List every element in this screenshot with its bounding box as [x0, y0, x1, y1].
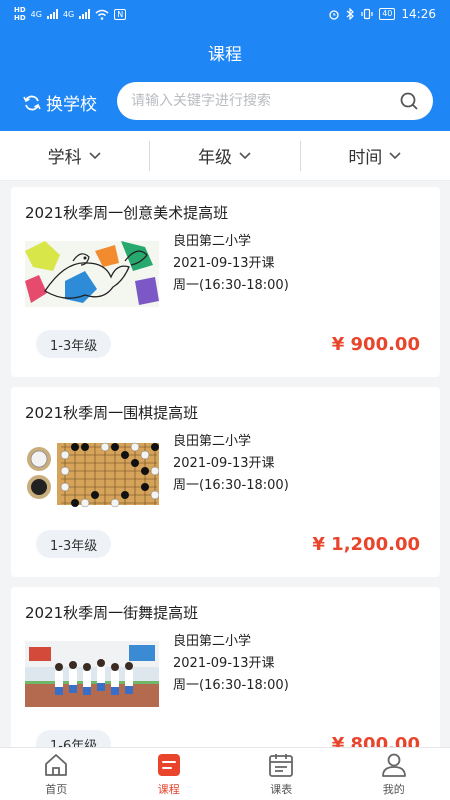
tab-label: 首页: [45, 783, 68, 796]
filter-bar: 学科 年级 时间: [0, 131, 450, 181]
course-schedule: 周一(16:30-18:00): [173, 678, 289, 693]
course-image-art: [25, 241, 159, 307]
course-list: 2021秋季周一创意美术提高班 良田第二小学 2021-09-13开课 周一(1…: [0, 181, 450, 747]
course-info: 良田第二小学 2021-09-13开课 周一(16:30-18:00): [173, 431, 289, 497]
chevron-down-icon: [89, 151, 101, 159]
course-schedule: 周一(16:30-18:00): [173, 278, 289, 293]
refresh-icon: [23, 95, 41, 110]
filter-label: 时间: [348, 148, 383, 168]
course-info: 良田第二小学 2021-09-13开课 周一(16:30-18:00): [173, 631, 289, 697]
home-icon: [45, 754, 68, 776]
tab-profile[interactable]: 我的: [338, 748, 450, 800]
course-school: 良田第二小学: [173, 634, 252, 649]
header: 课程 换学校: [0, 28, 450, 131]
tab-home[interactable]: 首页: [0, 748, 113, 800]
chevron-down-icon: [389, 151, 401, 159]
tab-schedule[interactable]: 课表: [225, 748, 338, 800]
nfc-icon: N: [114, 8, 127, 20]
course-card[interactable]: 2021秋季周一街舞提高班 良田第二小学 2021-09-13开课 周一(16:…: [11, 587, 440, 747]
chevron-down-icon: [239, 151, 251, 159]
vibrate-icon: [361, 8, 373, 20]
hd-label-1: HD: [14, 6, 26, 14]
switch-school-button[interactable]: 换学校: [22, 90, 97, 115]
course-start-date: 2021-09-13开课: [173, 456, 275, 471]
switch-school-label: 换学校: [46, 95, 97, 115]
page-title: 课程: [208, 45, 242, 65]
course-title: 2021秋季周一街舞提高班: [25, 604, 199, 622]
search-bar[interactable]: [117, 82, 433, 120]
filter-grade[interactable]: 年级: [149, 140, 299, 171]
tab-course[interactable]: 课程: [113, 748, 226, 800]
course-start-date: 2021-09-13开课: [173, 256, 275, 271]
course-school: 良田第二小学: [173, 434, 252, 449]
course-image-go: [25, 441, 159, 507]
filter-label: 学科: [47, 148, 82, 168]
bottom-tab-bar: 首页 课程 课表 我的: [0, 747, 450, 800]
grade-badge: 1-6年级: [36, 730, 112, 747]
hd-label-2: HD: [14, 14, 26, 22]
tab-label: 课表: [270, 783, 293, 796]
wifi-icon: [95, 9, 109, 20]
signal-icon-2: [79, 9, 91, 19]
status-right: 40 14:26: [328, 7, 436, 21]
search-icon[interactable]: [399, 91, 419, 111]
signal-icon: [46, 9, 58, 19]
course-price: ¥ 800.00: [331, 734, 420, 747]
hd-labels: HD HD: [14, 6, 26, 22]
course-schedule: 周一(16:30-18:00): [173, 478, 289, 493]
course-card[interactable]: 2021秋季周一围棋提高班 良田第二小学 2021-09-13开课 周一(16:…: [11, 387, 440, 577]
calendar-icon: [269, 754, 294, 777]
search-input[interactable]: [131, 93, 399, 109]
grade-badge: 1-3年级: [36, 530, 112, 558]
battery-icon: 40: [379, 8, 396, 20]
course-title: 2021秋季周一围棋提高班: [25, 404, 199, 422]
grade-badge: 1-3年级: [36, 330, 112, 358]
bluetooth-icon: [346, 8, 355, 20]
course-title: 2021秋季周一创意美术提高班: [25, 204, 229, 222]
filter-time[interactable]: 时间: [299, 140, 450, 171]
course-school: 良田第二小学: [173, 234, 252, 249]
tab-label: 课程: [157, 783, 180, 796]
clock: 14:26: [401, 7, 436, 21]
course-price: ¥ 1,200.00: [312, 534, 420, 555]
status-bar: HD HD 4G 4G N 40 14:26: [0, 0, 450, 28]
course-price: ¥ 900.00: [331, 334, 420, 355]
signal-indicators: HD HD 4G 4G N: [14, 6, 127, 22]
network-type-2: 4G: [62, 9, 75, 19]
course-card[interactable]: 2021秋季周一创意美术提高班 良田第二小学 2021-09-13开课 周一(1…: [11, 187, 440, 377]
network-type-1: 4G: [30, 9, 42, 19]
filter-subject[interactable]: 学科: [0, 141, 149, 171]
course-icon: [157, 754, 180, 776]
course-image-dance: [25, 641, 159, 707]
course-start-date: 2021-09-13开课: [173, 656, 275, 671]
tab-label: 我的: [382, 783, 405, 796]
filter-label: 年级: [197, 148, 232, 168]
profile-icon: [381, 753, 406, 777]
course-info: 良田第二小学 2021-09-13开课 周一(16:30-18:00): [173, 231, 289, 297]
alarm-icon: [329, 10, 339, 20]
